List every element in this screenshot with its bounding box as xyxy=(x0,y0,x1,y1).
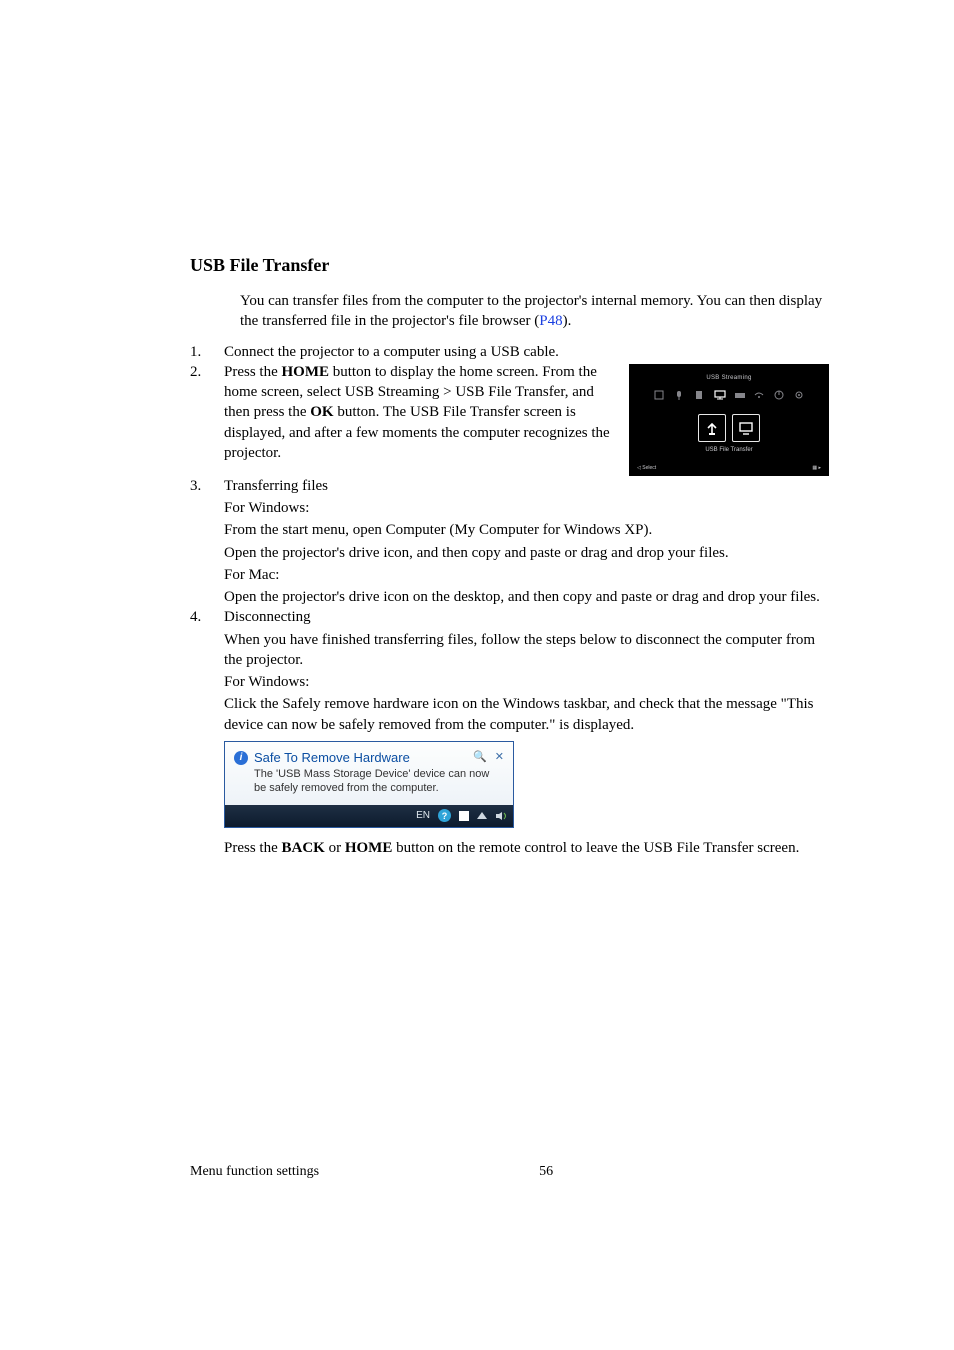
disconnect-line-2: Click the Safely remove hardware icon on… xyxy=(224,694,829,735)
footer-section: Menu function settings xyxy=(190,1164,319,1180)
usb-up-arrow-icon xyxy=(704,420,720,436)
mic-icon xyxy=(674,386,684,396)
windows-label: For Windows: xyxy=(224,672,829,692)
language-indicator: EN xyxy=(416,809,430,823)
usb-transfer-tile xyxy=(698,414,726,442)
doc-icon xyxy=(694,386,704,396)
step-number: 4. xyxy=(190,607,224,858)
tray-chevron-up-icon xyxy=(477,812,487,819)
power-icon xyxy=(774,386,784,396)
notification-title: Safe To Remove Hardware xyxy=(254,749,467,767)
monitor-icon xyxy=(714,386,724,396)
fig1-hint-left: ◁ Select xyxy=(637,465,656,472)
magnifier-icon: 🔍 xyxy=(473,750,487,765)
info-icon: i xyxy=(234,751,248,765)
fig1-caption: USB File Transfer xyxy=(629,446,829,454)
step-number: 3. xyxy=(190,476,224,608)
flag-icon xyxy=(459,811,469,821)
disconnect-line-1: When you have finished transferring file… xyxy=(224,630,829,671)
step-title: Disconnecting xyxy=(224,607,829,627)
speaker-icon xyxy=(495,811,507,821)
step-body: Disconnecting When you have finished tra… xyxy=(224,607,829,858)
monitor-icon xyxy=(738,420,754,436)
windows-line-1: From the start menu, open Computer (My C… xyxy=(224,520,829,540)
step-number: 1. xyxy=(190,342,224,362)
gear-icon xyxy=(794,386,804,396)
step-body: Transferring files For Windows: From the… xyxy=(224,476,829,608)
help-icon: ? xyxy=(438,809,451,822)
step-body: Press the HOME button to display the hom… xyxy=(224,362,619,476)
page: USB File Transfer You can transfer files… xyxy=(0,0,954,1350)
text: Press the xyxy=(224,364,282,380)
page-ref-link[interactable]: P48 xyxy=(539,313,562,329)
home-button-ref: HOME xyxy=(345,840,393,856)
text: or xyxy=(325,840,345,856)
text: Press the xyxy=(224,840,282,856)
fig1-title: USB Streaming xyxy=(629,374,829,382)
notification-controls: 🔍 ✕ xyxy=(473,750,504,765)
fig1-hint-right: ▦ ▸ xyxy=(812,465,821,472)
keyboard-icon xyxy=(734,386,744,396)
close-icon[interactable]: ✕ xyxy=(495,750,504,765)
intro-text-pre: You can transfer files from the computer… xyxy=(240,293,822,329)
fig1-icon-row xyxy=(654,386,804,396)
section-heading: USB File Transfer xyxy=(190,255,829,276)
home-button-ref: HOME xyxy=(282,364,330,380)
step-2: 2. Press the HOME button to display the … xyxy=(190,362,829,476)
step-4: 4. Disconnecting When you have finished … xyxy=(190,607,829,858)
notification-message: The 'USB Mass Storage Device' device can… xyxy=(254,768,504,796)
step-number: 2. xyxy=(190,362,224,476)
steps-list: 1. Connect the projector to a computer u… xyxy=(190,342,829,859)
fig1-tiles xyxy=(698,414,760,442)
step-1: 1. Connect the projector to a computer u… xyxy=(190,342,829,362)
card-icon xyxy=(654,386,664,396)
windows-line-2: Open the projector's drive icon, and the… xyxy=(224,543,829,563)
intro-text-post: ). xyxy=(563,313,572,329)
taskbar: EN ? xyxy=(225,805,513,827)
mac-label: For Mac: xyxy=(224,565,829,585)
windows-label: For Windows: xyxy=(224,498,829,518)
text: button on the remote control to leave th… xyxy=(392,840,799,856)
fig1-hints: ◁ Select ▦ ▸ xyxy=(637,465,821,472)
step-3: 3. Transferring files For Windows: From … xyxy=(190,476,829,608)
step-title: Transferring files xyxy=(224,476,829,496)
wifi-icon xyxy=(754,386,764,396)
final-line: Press the BACK or HOME button on the rem… xyxy=(224,838,829,858)
notification-balloon: i Safe To Remove Hardware 🔍 ✕ The 'USB M… xyxy=(224,741,514,828)
projector-screen-figure: USB Streaming xyxy=(629,364,829,476)
step-body: Connect the projector to a computer usin… xyxy=(224,342,829,362)
mac-line-1: Open the projector's drive icon on the d… xyxy=(224,587,829,607)
intro-paragraph: You can transfer files from the computer… xyxy=(240,291,829,332)
ok-button-ref: OK xyxy=(310,404,333,420)
windows-notification-figure: i Safe To Remove Hardware 🔍 ✕ The 'USB M… xyxy=(224,741,829,828)
back-button-ref: BACK xyxy=(282,840,325,856)
footer-page-number: 56 xyxy=(539,1164,553,1180)
page-footer: Menu function settings 56 xyxy=(190,1164,829,1180)
display-tile xyxy=(732,414,760,442)
